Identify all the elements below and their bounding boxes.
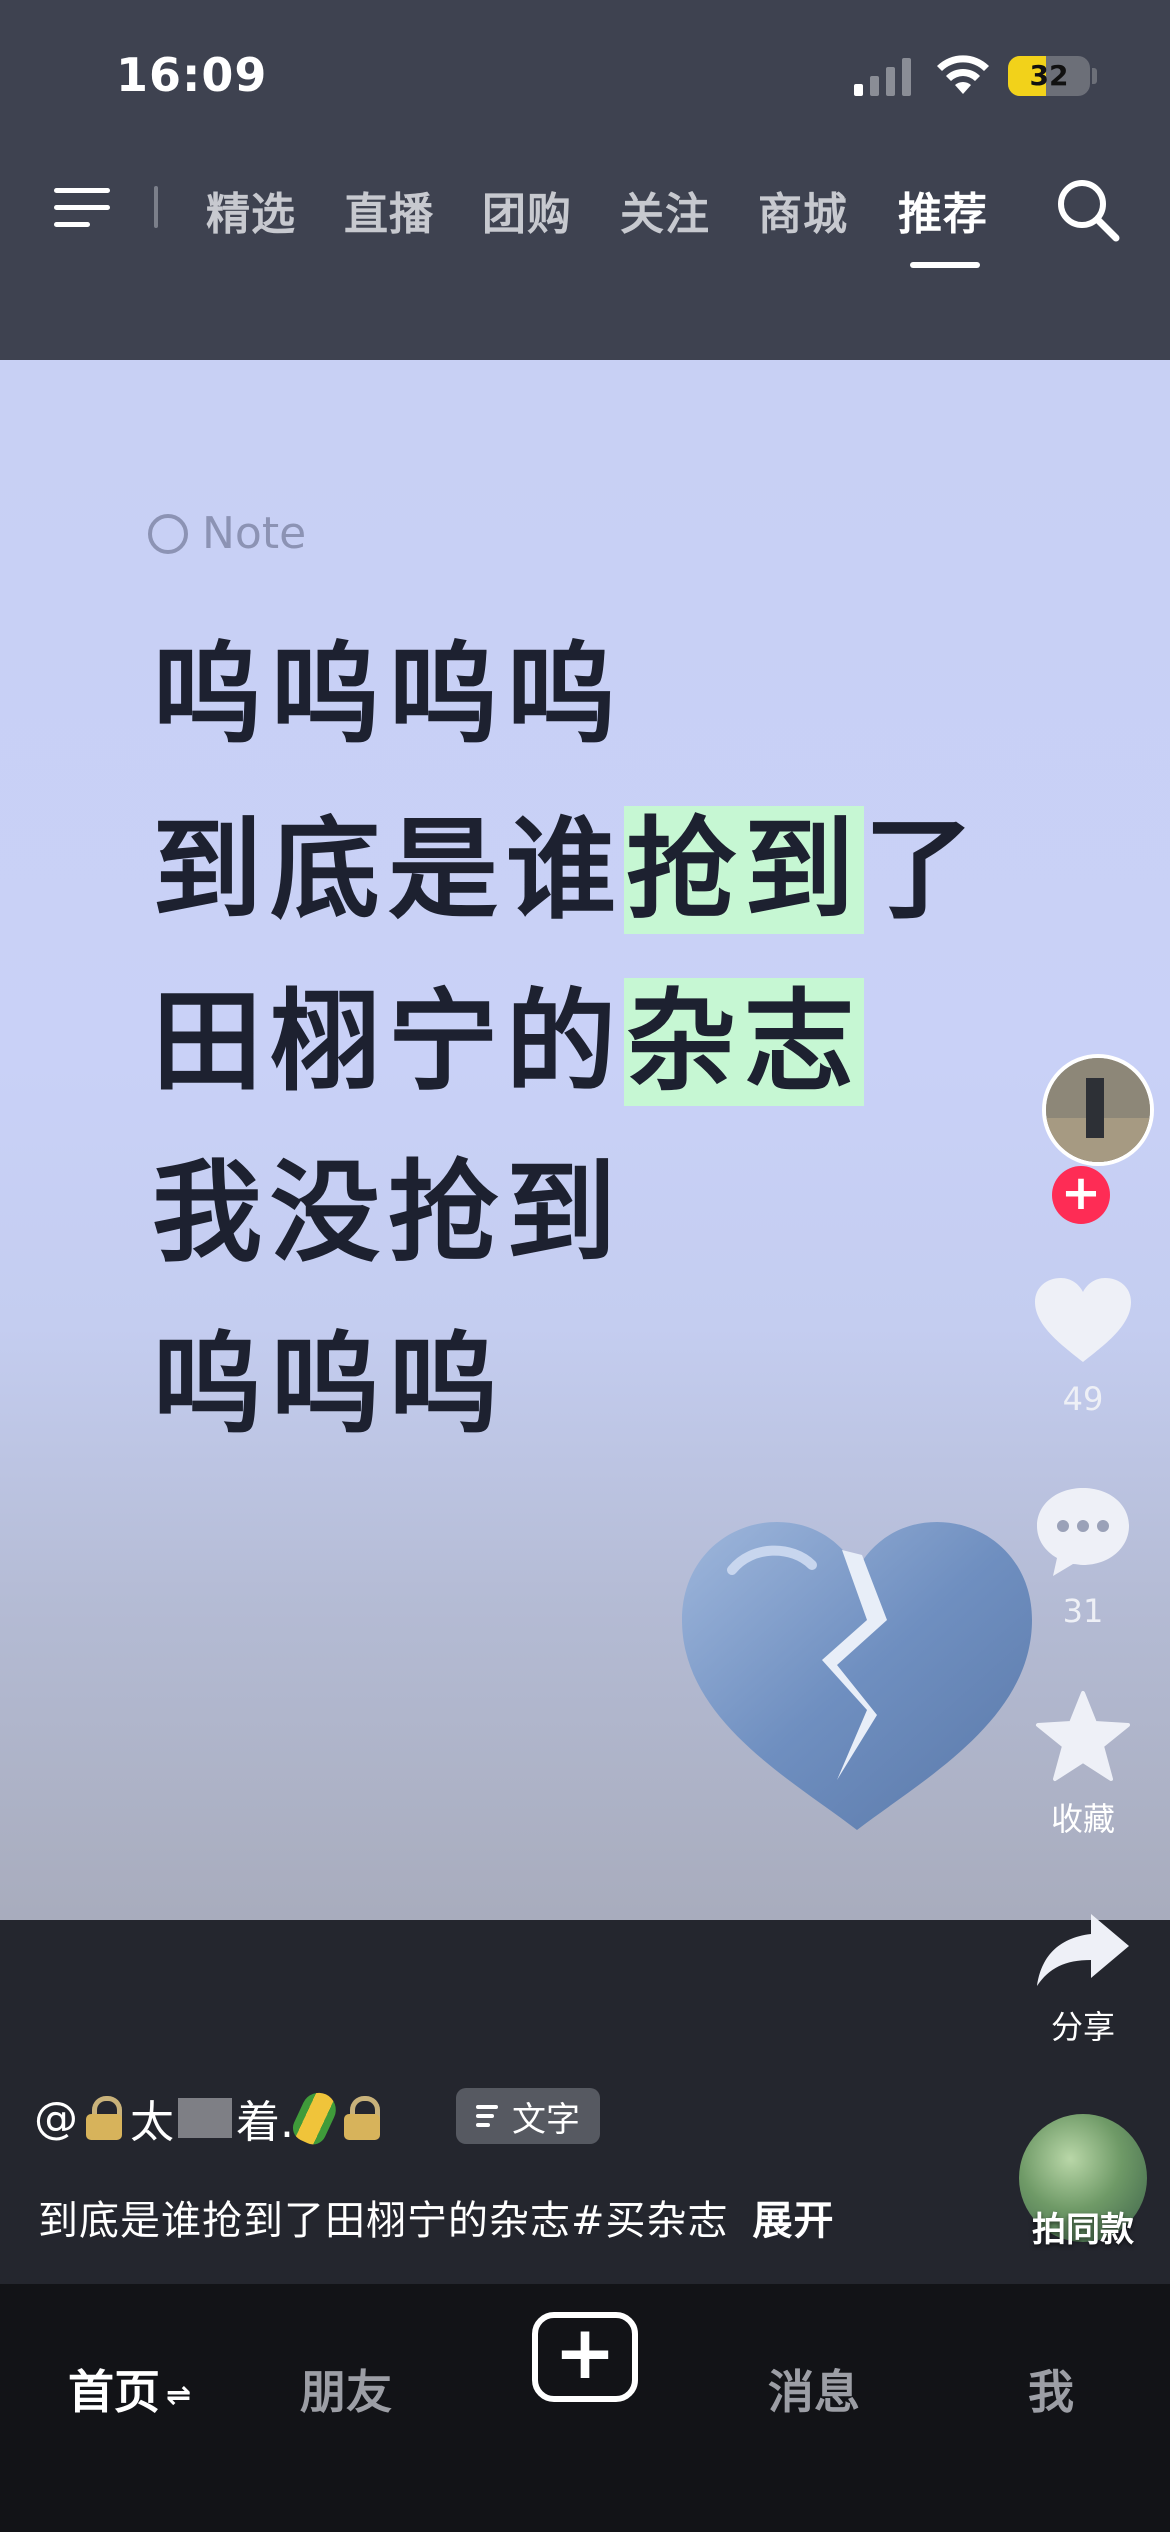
expand-button[interactable]: 展开 <box>753 2198 835 2244</box>
post-text-line-4: 我没抢到 <box>152 1149 624 1277</box>
like-button[interactable]: 49 <box>1030 1276 1136 1418</box>
comment-button[interactable]: 31 <box>1030 1484 1136 1630</box>
status-time: 16:09 <box>116 48 268 102</box>
bottom-tab-friends[interactable]: 朋友 <box>300 2356 392 2422</box>
switch-arrows-icon: ⇌ <box>166 2378 192 2413</box>
search-icon[interactable] <box>1054 176 1120 242</box>
text-lines-icon <box>476 2105 498 2127</box>
share-label: 分享 <box>1050 2008 1115 2046</box>
post-description: 到底是谁抢到了田栩宁的杂志#买杂志 展开 <box>38 2198 835 2244</box>
note-circle-icon <box>148 513 188 554</box>
tab-mall[interactable]: 商城 <box>758 178 848 242</box>
text-post-tag[interactable]: 文字 <box>456 2088 600 2144</box>
wifi-icon <box>937 55 989 94</box>
tab-live[interactable]: 直播 <box>344 178 434 242</box>
note-label: Note <box>148 508 306 559</box>
share-arrow-icon <box>1037 1914 1129 1986</box>
bottom-tab-messages[interactable]: 消息 <box>768 2356 860 2422</box>
battery-icon: 32 <box>1008 56 1090 96</box>
post-text-line-1: 呜呜呜呜 <box>152 631 624 759</box>
active-tab-indicator <box>910 262 980 268</box>
share-button[interactable]: 分享 <box>1030 1910 1136 2048</box>
bottom-tab-bar: 首页 ⇌ 朋友 + 消息 我 <box>0 2284 1170 2532</box>
post-text-line-3: 田栩宁的杂志 <box>152 978 864 1106</box>
like-count: 49 <box>1062 1380 1104 1418</box>
tab-recommended[interactable]: 推荐 <box>898 178 988 242</box>
highlighted-text: 抢到 <box>624 806 864 934</box>
star-icon <box>1036 1691 1130 1781</box>
favorite-label: 收藏 <box>1050 1800 1115 1838</box>
creator-avatar[interactable] <box>1042 1054 1154 1166</box>
favorite-button[interactable]: 收藏 <box>1030 1690 1136 1840</box>
cellular-signal-icon <box>854 58 911 96</box>
lock-emoji-icon <box>84 2096 124 2140</box>
corn-emoji-icon <box>288 2087 342 2149</box>
blurred-text <box>178 2098 232 2138</box>
tab-group-buy[interactable]: 团购 <box>482 178 572 242</box>
comment-icon <box>1037 1488 1129 1576</box>
bottom-tab-me[interactable]: 我 <box>1028 2356 1074 2422</box>
battery-tip <box>1092 68 1097 84</box>
heart-icon <box>1035 1278 1131 1362</box>
create-button[interactable]: + <box>532 2310 638 2402</box>
same-style-label: 拍同款 <box>1032 2210 1134 2250</box>
post-card[interactable]: Note 呜呜呜呜 到底是谁抢到了 田栩宁的杂志 我没抢到 呜呜呜 <box>0 360 1170 1920</box>
post-text-line-2: 到底是谁抢到了 <box>152 806 982 934</box>
highlighted-text: 杂志 <box>624 978 864 1106</box>
author-name[interactable]: @ 太 着. <box>34 2086 388 2150</box>
hamburger-menu-icon[interactable] <box>54 184 114 230</box>
tab-following[interactable]: 关注 <box>620 178 710 242</box>
same-style-button[interactable]: 拍同款 <box>1016 2114 1150 2250</box>
follow-button[interactable]: + <box>1052 1166 1110 1224</box>
bottom-tab-home[interactable]: 首页 ⇌ <box>68 2356 191 2422</box>
broken-heart-icon <box>682 1522 1032 1830</box>
plus-icon: + <box>553 2310 616 2396</box>
lock-emoji-icon <box>342 2096 382 2140</box>
top-bar: 16:09 32 精选 直播 团购 关注 商城 推荐 <box>0 0 1170 360</box>
nav-divider <box>154 186 158 228</box>
post-text-line-5: 呜呜呜 <box>152 1321 506 1449</box>
battery-level: 32 <box>1029 59 1069 92</box>
comment-count: 31 <box>1062 1592 1104 1630</box>
tab-featured[interactable]: 精选 <box>206 178 296 242</box>
